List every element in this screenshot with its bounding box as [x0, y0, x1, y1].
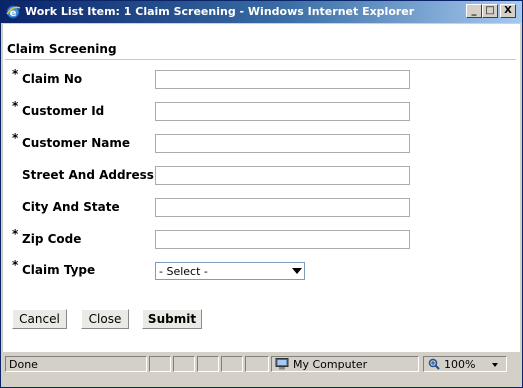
zip-code-label: Zip Code	[22, 232, 82, 246]
security-zone-text: My Computer	[293, 358, 368, 371]
status-text-panel: Done	[5, 356, 147, 372]
required-marker: *	[12, 258, 19, 272]
required-marker: *	[12, 99, 19, 113]
field-row-city-state: City And State	[3, 198, 520, 220]
status-panel	[221, 356, 243, 372]
maximize-button[interactable]: □	[482, 4, 498, 18]
claim-no-label: Claim No	[22, 72, 83, 86]
title-bar[interactable]: e Work List Item: 1 Claim Screening - Wi…	[1, 1, 522, 23]
close-button[interactable]: Close	[81, 309, 129, 329]
window-controls: _ □ X	[466, 4, 516, 18]
close-icon: X	[504, 5, 512, 16]
claim-no-input[interactable]	[155, 70, 410, 89]
field-row-customer-name: * Customer Name	[3, 131, 520, 156]
submit-button[interactable]: Submit	[142, 309, 202, 329]
browser-window: e Work List Item: 1 Claim Screening - Wi…	[0, 0, 523, 388]
customer-id-label: Customer Id	[22, 104, 105, 118]
minimize-button[interactable]: _	[466, 4, 482, 18]
customer-name-label: Customer Name	[22, 136, 130, 150]
status-panel	[149, 356, 171, 372]
customer-id-input[interactable]	[155, 102, 410, 121]
close-window-button[interactable]: X	[500, 4, 516, 18]
claim-type-selected-value: - Select -	[159, 265, 208, 278]
street-address-input[interactable]	[155, 166, 410, 185]
status-panel	[173, 356, 195, 372]
cancel-button[interactable]: Cancel	[12, 309, 67, 329]
field-row-zip-code: * Zip Code	[3, 227, 520, 252]
field-row-customer-id: * Customer Id	[3, 99, 520, 124]
minimize-icon: _	[471, 5, 477, 16]
required-marker: *	[12, 227, 19, 241]
maximize-icon: □	[485, 5, 495, 16]
city-state-label: City And State	[22, 200, 120, 214]
internet-explorer-icon: e	[6, 5, 21, 19]
status-panel	[245, 356, 269, 372]
required-marker: *	[12, 131, 19, 145]
computer-icon	[275, 358, 289, 370]
field-row-street-address: Street And Address	[3, 166, 520, 188]
security-zone-panel[interactable]: My Computer	[271, 356, 419, 372]
page-content: Claim Screening * Claim No * Customer Id…	[3, 24, 520, 352]
required-marker: *	[12, 67, 19, 81]
field-row-claim-no: * Claim No	[3, 67, 520, 92]
chevron-down-icon[interactable]	[292, 268, 302, 274]
zoom-control[interactable]: 100%	[423, 356, 507, 372]
status-panel	[197, 356, 219, 372]
customer-name-input[interactable]	[155, 134, 410, 153]
claim-type-label: Claim Type	[22, 263, 96, 277]
zip-code-input[interactable]	[155, 230, 410, 249]
street-address-label: Street And Address	[22, 168, 154, 182]
zoom-level: 100%	[444, 358, 476, 371]
title-divider	[5, 59, 516, 60]
status-text: Done	[9, 358, 38, 371]
chevron-down-icon[interactable]	[492, 363, 498, 367]
form-title: Claim Screening	[7, 42, 117, 56]
zoom-icon	[428, 358, 440, 370]
claim-type-select[interactable]: - Select -	[155, 262, 305, 280]
field-row-claim-type: * Claim Type - Select -	[3, 258, 520, 283]
status-bar: Done My Computer 100%	[3, 354, 520, 374]
city-state-input[interactable]	[155, 198, 410, 217]
window-title: Work List Item: 1 Claim Screening - Wind…	[25, 5, 415, 18]
